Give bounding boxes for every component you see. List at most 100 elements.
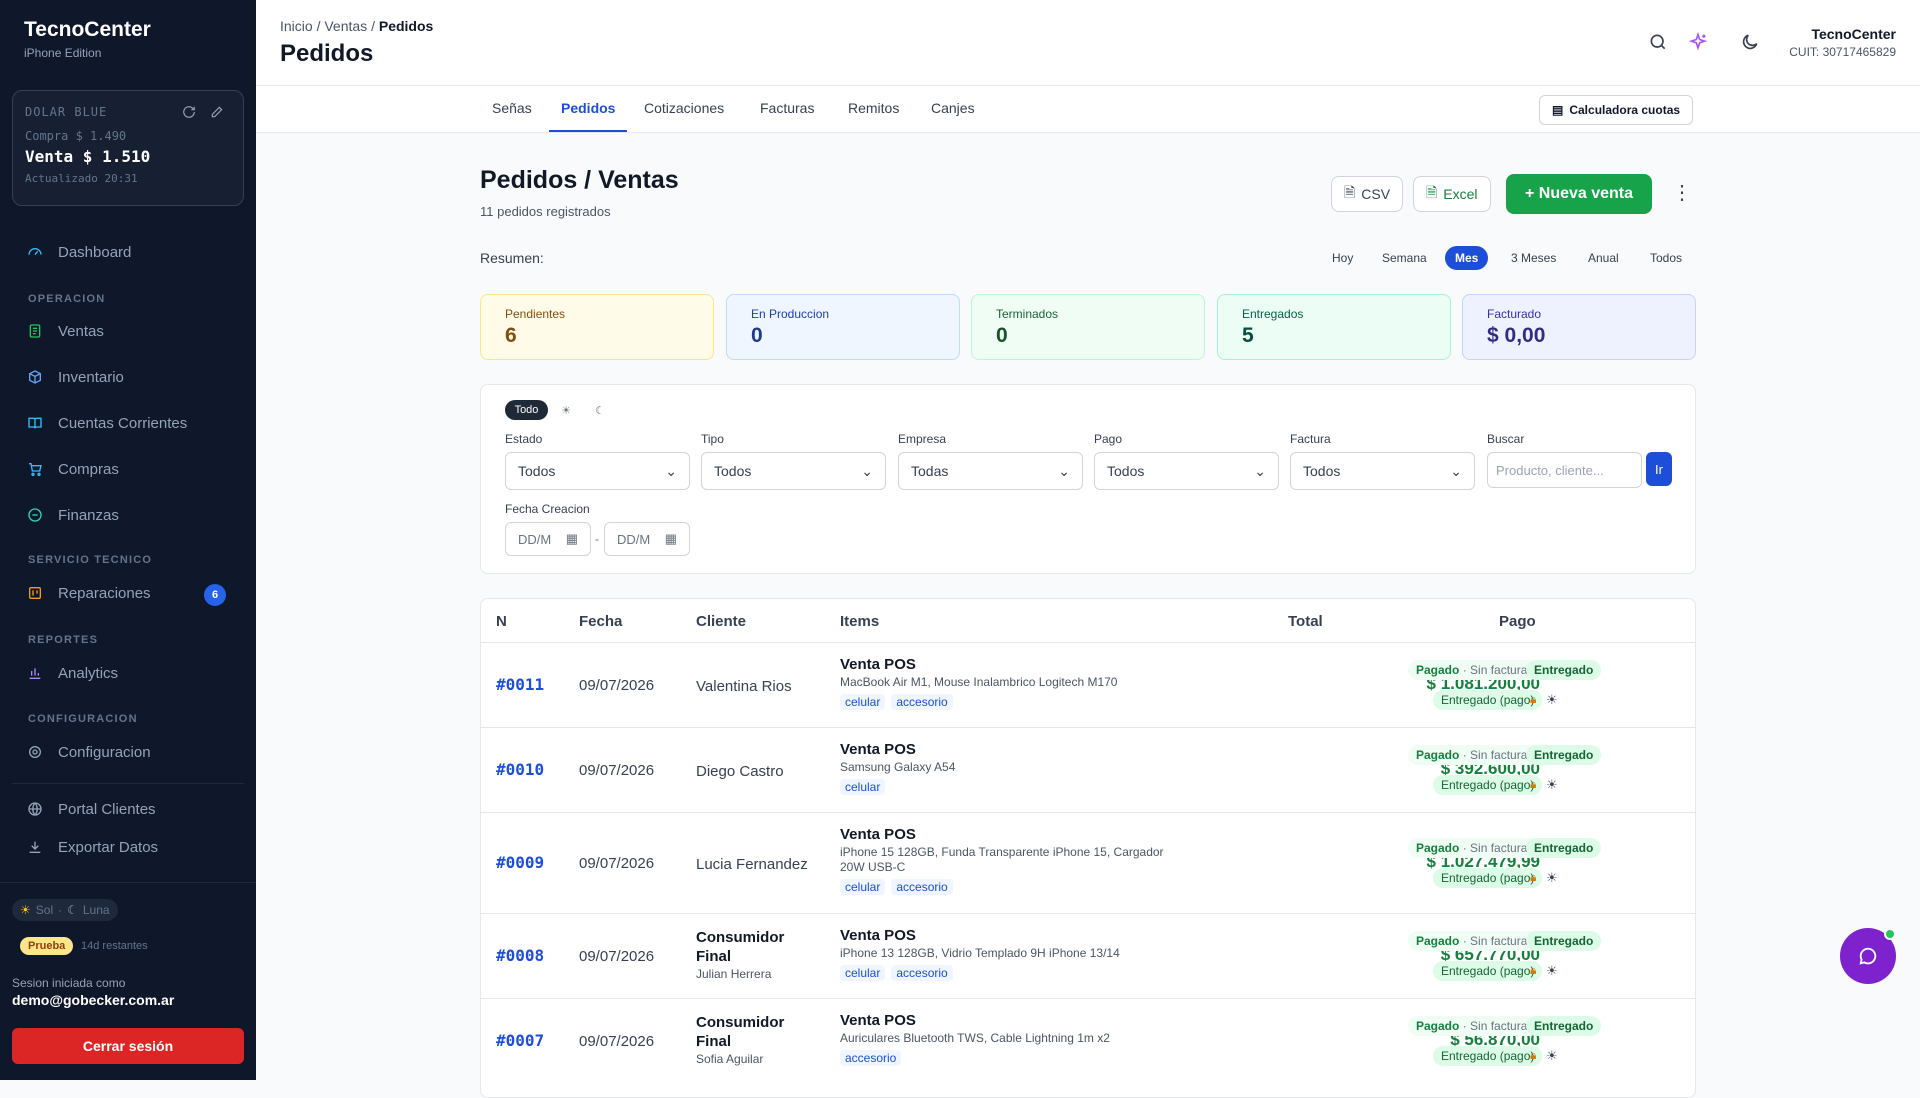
order-number[interactable]: #0007 bbox=[496, 1031, 544, 1050]
empresa-select[interactable]: Todas ⌄ bbox=[898, 452, 1083, 490]
sun-icon[interactable]: ☀ bbox=[1546, 692, 1558, 708]
fecha-label: Fecha Creacion bbox=[505, 502, 590, 516]
sidebar-item-finanzas[interactable]: Finanzas bbox=[26, 506, 236, 524]
search-input[interactable]: Producto, cliente... bbox=[1487, 452, 1642, 488]
mode-todo[interactable]: Todo bbox=[505, 400, 548, 420]
order-number[interactable]: #0011 bbox=[496, 675, 544, 694]
col-pago[interactable]: Pago bbox=[1499, 613, 1536, 630]
tab-cotizaciones[interactable]: Cotizaciones bbox=[644, 100, 724, 116]
new-sale-button[interactable]: + Nueva venta bbox=[1506, 174, 1652, 214]
sparkles-icon[interactable] bbox=[1688, 31, 1710, 54]
calculator-button[interactable]: ▤ Calculadora cuotas bbox=[1539, 95, 1694, 125]
item-desc: iPhone 13 128GB, Vidrio Templado 9H iPho… bbox=[840, 946, 1120, 960]
search-icon[interactable] bbox=[1648, 32, 1670, 54]
card-label: Facturado bbox=[1487, 307, 1542, 321]
client-sub: Sofia Aguilar bbox=[696, 1052, 764, 1066]
card-terminados[interactable]: Terminados 0 bbox=[971, 294, 1205, 360]
sidebar-item-label: Reparaciones bbox=[58, 584, 151, 602]
item-title: Venta POS bbox=[840, 927, 916, 944]
order-number[interactable]: #0009 bbox=[496, 853, 544, 872]
search-go-button[interactable]: Ir bbox=[1646, 452, 1672, 486]
col-n[interactable]: N bbox=[496, 613, 507, 630]
brand: TecnoCenter iPhone Edition bbox=[24, 18, 151, 60]
factura-select[interactable]: Todos ⌄ bbox=[1290, 452, 1475, 490]
payment-status-badge: Pagado · Sin facturar bbox=[1408, 1016, 1540, 1036]
sidebar: TecnoCenter iPhone Edition DOLAR BLUE Co… bbox=[0, 0, 256, 1080]
tab-facturas[interactable]: Facturas bbox=[760, 100, 814, 116]
period-semana[interactable]: Semana bbox=[1372, 246, 1437, 270]
date-to-input[interactable]: DD/M ▦ bbox=[604, 522, 690, 556]
period-anual[interactable]: Anual bbox=[1578, 246, 1629, 270]
tab-senas[interactable]: Señas bbox=[492, 100, 532, 116]
moon-icon[interactable] bbox=[1740, 32, 1762, 54]
period-mes[interactable]: Mes bbox=[1445, 246, 1489, 270]
crumb-inicio[interactable]: Inicio bbox=[280, 18, 313, 34]
item-title: Venta POS bbox=[840, 1012, 916, 1029]
tag: accesorio bbox=[840, 1050, 902, 1066]
factura-label: Factura bbox=[1290, 432, 1331, 446]
sidebar-item-ventas[interactable]: Ventas bbox=[26, 322, 236, 340]
theme-switch[interactable]: ☀ Sol · ☾ Luna bbox=[12, 899, 118, 921]
col-fecha[interactable]: Fecha bbox=[579, 613, 622, 630]
order-client: Valentina Rios bbox=[696, 678, 792, 695]
col-total[interactable]: Total bbox=[1288, 613, 1323, 630]
edit-icon[interactable] bbox=[209, 105, 225, 121]
date-from-input[interactable]: DD/M ▦ bbox=[505, 522, 591, 556]
order-number[interactable]: #0008 bbox=[496, 946, 544, 965]
tab-canjes[interactable]: Canjes bbox=[931, 100, 975, 116]
card-entregados[interactable]: Entregados 5 bbox=[1217, 294, 1451, 360]
luna-label: Luna bbox=[82, 903, 110, 917]
col-items[interactable]: Items bbox=[840, 613, 879, 630]
sidebar-item-compras[interactable]: Compras bbox=[26, 460, 236, 478]
card-facturado[interactable]: Facturado $ 0,00 bbox=[1462, 294, 1696, 360]
sun-icon[interactable]: ☀ bbox=[556, 400, 576, 420]
refresh-icon[interactable] bbox=[181, 105, 197, 121]
order-number[interactable]: #0010 bbox=[496, 760, 544, 779]
sun-icon[interactable]: ☀ bbox=[1546, 870, 1558, 886]
card-produccion[interactable]: En Produccion 0 bbox=[726, 294, 960, 360]
sidebar-item-inventario[interactable]: Inventario bbox=[26, 368, 236, 386]
col-cliente[interactable]: Cliente bbox=[696, 613, 746, 630]
lock-icon[interactable]: 🔒︎ bbox=[1530, 870, 1536, 885]
card-value: 6 bbox=[505, 324, 517, 347]
estado-select[interactable]: Todos ⌄ bbox=[505, 452, 690, 490]
tag: celular bbox=[840, 879, 886, 895]
excel-button[interactable]: 🗎 Excel bbox=[1413, 176, 1491, 212]
crumb-ventas[interactable]: Ventas bbox=[324, 18, 367, 34]
csv-button[interactable]: 🗎 CSV bbox=[1331, 176, 1404, 212]
invoice-status: · Sin facturar bbox=[1462, 841, 1532, 855]
lock-icon[interactable]: 🔒︎ bbox=[1530, 692, 1536, 707]
buscar-label: Buscar bbox=[1487, 432, 1525, 446]
sun-icon[interactable]: ☀ bbox=[1546, 777, 1558, 793]
chat-icon bbox=[1859, 947, 1877, 965]
sun-icon[interactable]: ☀ bbox=[1546, 963, 1558, 979]
order-items: Venta POS iPhone 13 128GB, Vidrio Templa… bbox=[840, 927, 1180, 982]
tipo-select[interactable]: Todos ⌄ bbox=[701, 452, 886, 490]
tab-remitos[interactable]: Remitos bbox=[848, 100, 899, 116]
pago-select[interactable]: Todos ⌄ bbox=[1094, 452, 1279, 490]
lock-icon[interactable]: 🔒︎ bbox=[1530, 1048, 1536, 1063]
sidebar-item-cuentas[interactable]: Cuentas Corrientes bbox=[26, 414, 236, 432]
tab-pedidos[interactable]: Pedidos bbox=[561, 100, 615, 116]
period-todos[interactable]: Todos bbox=[1640, 246, 1692, 270]
period-3meses[interactable]: 3 Meses bbox=[1501, 246, 1566, 270]
card-pendientes[interactable]: Pendientes 6 bbox=[480, 294, 714, 360]
receipt-icon bbox=[26, 322, 44, 340]
sol-label: Sol bbox=[35, 903, 54, 917]
sun-icon[interactable]: ☀ bbox=[1546, 1048, 1558, 1064]
delivery-payment-badge: Entregado (pago) bbox=[1433, 1046, 1543, 1066]
session-label: Sesion iniciada como bbox=[12, 976, 126, 990]
more-vertical-icon[interactable]: ⋮ bbox=[1672, 182, 1692, 206]
sidebar-item-exportar[interactable]: Exportar Datos bbox=[26, 838, 236, 856]
lock-icon[interactable]: 🔒︎ bbox=[1530, 963, 1536, 978]
moon-icon[interactable]: ☾ bbox=[590, 400, 610, 420]
period-hoy[interactable]: Hoy bbox=[1322, 246, 1363, 270]
sidebar-item-configuracion[interactable]: Configuracion bbox=[26, 743, 236, 761]
sidebar-item-dashboard[interactable]: Dashboard bbox=[26, 243, 236, 261]
sidebar-item-analytics[interactable]: Analytics bbox=[26, 664, 236, 682]
sidebar-item-portal[interactable]: Portal Clientes bbox=[26, 800, 236, 818]
dolar-updated: Actualizado 20:31 bbox=[25, 172, 138, 185]
delivery-payment-badge: Entregado (pago) bbox=[1433, 868, 1543, 888]
logout-button[interactable]: Cerrar sesión bbox=[12, 1028, 244, 1064]
lock-icon[interactable]: 🔒︎ bbox=[1530, 777, 1536, 792]
